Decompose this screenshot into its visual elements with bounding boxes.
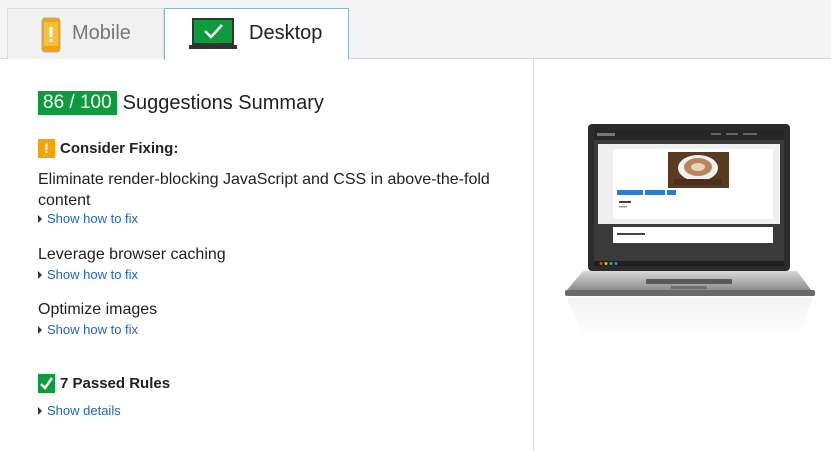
link-label: Show how to fix [47,267,139,282]
rule-render-blocking: Eliminate render-blocking JavaScript and… [38,171,490,209]
score-badge: 86 / 100 [38,91,117,115]
expand-triangle-icon [38,214,42,223]
rule-browser-caching: Leverage browser caching [38,246,226,263]
link-label: Show how to fix [47,211,139,226]
tab-mobile[interactable]: Mobile [7,8,164,59]
rule-optimize-images: Optimize images [38,301,158,318]
panel-divider [533,59,534,451]
passed-check-icon [38,374,55,393]
tab-mobile-label: Mobile [72,22,131,44]
show-how-to-fix-link[interactable]: Show how to fix [38,267,138,282]
desktop-check-icon [189,17,237,57]
device-tabbar: Mobile Desktop [0,0,831,60]
warning-icon: ! [38,139,55,158]
score-row: 86 / 100 Suggestions Summary [38,91,324,115]
score-title: Suggestions Summary [122,91,324,114]
tab-desktop-label: Desktop [249,22,323,44]
passed-rules-heading: 7 Passed Rules [38,374,170,393]
show-how-to-fix-link[interactable]: Show how to fix [38,322,138,337]
mobile-phone-icon [41,17,61,59]
expand-triangle-icon [38,406,42,415]
link-label: Show details [47,403,121,418]
consider-fixing-heading: ! Consider Fixing: [38,139,178,158]
show-details-link[interactable]: Show details [38,403,121,418]
tab-desktop[interactable]: Desktop [164,8,349,60]
laptop-preview [561,122,819,347]
passed-rules-label: 7 Passed Rules [60,375,171,392]
link-label: Show how to fix [47,322,139,337]
show-how-to-fix-link[interactable]: Show how to fix [38,211,138,226]
expand-triangle-icon [38,270,42,279]
expand-triangle-icon [38,325,42,334]
consider-fixing-label: Consider Fixing: [60,140,179,157]
